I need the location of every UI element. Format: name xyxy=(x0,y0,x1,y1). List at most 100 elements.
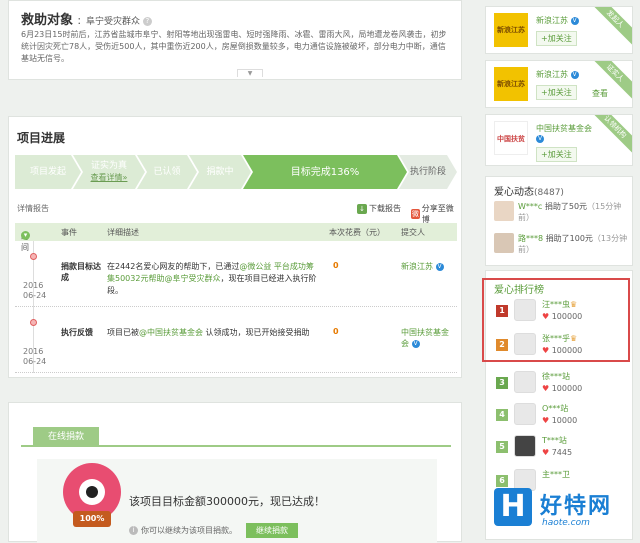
rescue-description: 6月23日15时前后，江苏省盐城市阜宁、射阳等地出现强雷电、短时强降雨、冰雹、雷… xyxy=(21,30,447,63)
detail-link[interactable]: @中国扶贫基金会 xyxy=(139,328,203,337)
watermark-url: haote.com xyxy=(542,518,590,528)
follow-button[interactable]: +加关注 xyxy=(536,147,577,162)
table-header: 时间 ▾ 事件 详细描述 本次花费（元） 提交人 xyxy=(15,223,457,252)
col-detail: 详细描述 xyxy=(107,228,139,237)
donation-note: i 你可以继续为该项目捐款。 继续捐款 xyxy=(129,523,298,538)
rescue-title: 救助对象 xyxy=(21,13,74,28)
row-cost: 0 xyxy=(333,327,339,336)
step-label: 证实为真 xyxy=(90,161,127,171)
org-name[interactable]: 中国扶贫基金会 V xyxy=(536,123,592,143)
rank-name[interactable]: T***站 xyxy=(542,435,567,446)
tab-online-donation[interactable]: 在线捐款 xyxy=(33,427,99,447)
dynamics-title: 爱心动态(8487) xyxy=(494,183,564,198)
step-initiated: 项目发起 xyxy=(15,155,81,189)
row-submitter[interactable]: 新浪江苏 V xyxy=(401,261,455,272)
help-icon[interactable]: ? xyxy=(142,17,152,26)
org-name-text: 中国扶贫基金会 xyxy=(536,124,592,133)
verified-icon: V xyxy=(570,16,579,25)
dynamic-text: W***c 捐助了50元（15分钟前） xyxy=(518,201,628,223)
verified-icon: V xyxy=(570,70,579,79)
share-weibo-button[interactable]: 微分享至微博 xyxy=(411,203,457,225)
continue-donate-button[interactable]: 继续捐款 xyxy=(246,523,298,538)
rank-name[interactable]: 主***卫 xyxy=(542,469,570,480)
rank-score: ♥ 10000 xyxy=(542,416,577,425)
step-claimed: 已认领 xyxy=(137,155,197,189)
avatar[interactable] xyxy=(514,371,536,393)
row-date: 2016 06-24 xyxy=(23,281,46,301)
heart-icon: ♥ xyxy=(542,384,550,393)
view-details-link[interactable]: 查看详情» xyxy=(91,172,128,183)
download-icon: ↓ xyxy=(357,203,367,214)
org-name[interactable]: 新浪江苏 V xyxy=(536,69,579,80)
download-label: 下载报告 xyxy=(369,204,401,213)
row-cost: 0 xyxy=(333,261,339,270)
avatar[interactable] xyxy=(494,201,514,221)
goal-reached-text: 该项目目标金额300000元，现已达成！ xyxy=(129,495,325,508)
logo-eye xyxy=(79,479,105,505)
rank-score: ♥ 7445 xyxy=(542,448,572,457)
report-toolbar: 详情报告 ↓ 下载报告 微分享至微博 xyxy=(17,203,457,224)
detail-text: 项目已被 xyxy=(107,328,139,337)
list-item: 5 T***站 ♥ 7445 xyxy=(494,431,630,463)
avatar[interactable] xyxy=(514,403,536,425)
watermark-text: 好特网 xyxy=(540,494,613,519)
dynamics-count: (8487) xyxy=(534,188,564,198)
step-label: 捐款中 xyxy=(206,166,234,177)
row-detail: 项目已被@中国扶贫基金会 认领成功，现已开始接受捐助 xyxy=(107,327,317,339)
sort-icon[interactable]: ▾ xyxy=(21,231,30,240)
rank-score-value: 7445 xyxy=(551,448,573,457)
rescue-target-card: 救助对象 ：阜宁受灾群众 ? 6月23日15时前后，江苏省盐城市阜宁、射阳等地出现… xyxy=(8,0,462,80)
follow-button[interactable]: +加关注 xyxy=(536,85,577,100)
follow-button[interactable]: +加关注 xyxy=(536,31,577,46)
download-report-button[interactable]: ↓ 下载报告 xyxy=(357,203,401,214)
org-card-initiator: 新浪江苏 新浪江苏 V +加关注 发起人 xyxy=(485,6,633,54)
share-label: 分享至微博 xyxy=(421,204,454,224)
view-link[interactable]: 查看 xyxy=(592,88,608,99)
donor-name[interactable]: 路***8 xyxy=(518,234,543,243)
donation-action: 捐助了100元 xyxy=(543,234,593,243)
rank-number: 3 xyxy=(496,377,508,389)
org-name[interactable]: 新浪江苏 V xyxy=(536,15,579,26)
info-icon: i xyxy=(129,526,138,535)
row-event: 执行反馈 xyxy=(61,328,93,337)
role-ribbon: 认领机构 xyxy=(586,115,632,156)
submitter-name: 中国扶贫基金会 xyxy=(401,328,449,348)
rank-number: 5 xyxy=(496,441,508,453)
row-date: 2016 06-24 xyxy=(23,347,46,367)
progress-steps: 项目发起 证实为真 查看详情» 已认领 捐款中 目标完成136% 执行阶段 xyxy=(15,155,457,189)
rank-score: ♥ 100000 xyxy=(542,384,582,393)
haote-logo-icon: H xyxy=(494,488,532,526)
sina-jiangsu-logo[interactable]: 新浪江苏 xyxy=(494,13,528,47)
rank-name[interactable]: 徐***站 xyxy=(542,371,570,382)
poverty-foundation-logo[interactable]: 中国扶贫 xyxy=(494,121,528,155)
rescue-header: 救助对象 ：阜宁受灾群众 ? xyxy=(21,9,152,28)
submitter-name: 新浪江苏 xyxy=(401,262,433,271)
detail-text: 认领成功，现已开始接受捐助 xyxy=(203,328,310,337)
expand-chevron-icon[interactable]: ▼ xyxy=(237,69,263,77)
step-fundraising: 捐款中 xyxy=(189,155,251,189)
note-text: 你可以继续为该项目捐款。 xyxy=(141,526,237,535)
avatar[interactable] xyxy=(514,435,536,457)
donation-panel: 100% 该项目目标金额300000元，现已达成！ i 你可以继续为该项目捐款。… xyxy=(37,459,437,543)
timeline-dot xyxy=(30,253,37,260)
love-dynamics-panel: 爱心动态(8487) W***c 捐助了50元（15分钟前） 路***8 捐助了… xyxy=(485,176,633,266)
avatar[interactable] xyxy=(494,233,514,253)
row-year: 2016 xyxy=(23,347,44,356)
donation-tabbar: 在线捐款 xyxy=(21,427,451,447)
step-label: 已认领 xyxy=(153,166,181,177)
donor-name[interactable]: W***c xyxy=(518,202,542,211)
rescue-subtitle: ：阜宁受灾群众 xyxy=(77,17,141,27)
row-detail: 在2442名爱心网友的帮助下，已通过@微公益 平台成功筹集50032元帮助@阜宁… xyxy=(107,261,317,297)
sina-jiangsu-logo[interactable]: 新浪江苏 xyxy=(494,67,528,101)
role-ribbon: 发起人 xyxy=(586,7,632,48)
rank-name[interactable]: O***站 xyxy=(542,403,568,414)
heart-icon: ♥ xyxy=(542,416,550,425)
row-submitter[interactable]: 中国扶贫基金会 V xyxy=(401,327,455,349)
dynamic-text: 路***8 捐助了100元（13分钟前） xyxy=(518,233,628,255)
progress-title: 项目进展 xyxy=(17,131,66,145)
heart-icon: ♥ xyxy=(542,448,550,457)
step-verified: 证实为真 查看详情» xyxy=(73,155,145,189)
row-day: 06-24 xyxy=(23,357,47,366)
step-label: 执行阶段 xyxy=(409,166,446,177)
col-cost: 本次花费（元） xyxy=(329,228,385,237)
